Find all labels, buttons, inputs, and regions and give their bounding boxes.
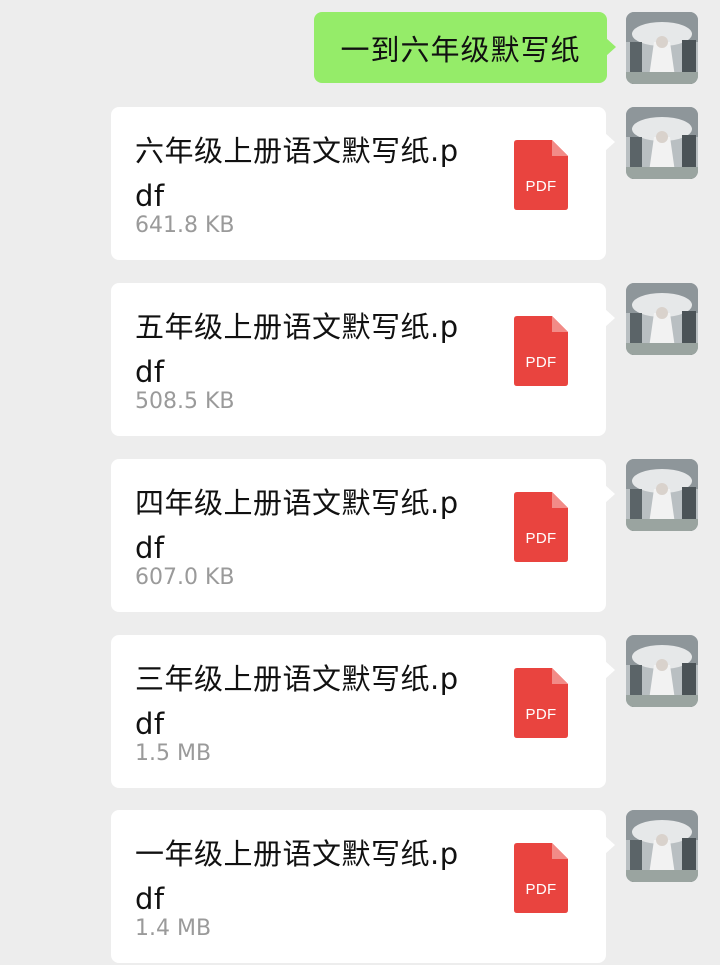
avatar[interactable] — [626, 635, 698, 707]
avatar[interactable] — [626, 107, 698, 179]
file-size: 1.5 MB — [135, 741, 212, 766]
file-name: 四年级上册语文默写纸.pdf — [135, 486, 459, 565]
avatar-image — [626, 459, 698, 531]
file-name: 三年级上册语文默写纸.pdf — [135, 662, 459, 741]
file-size: 607.0 KB — [135, 565, 235, 590]
pdf-icon-label: PDF — [525, 530, 557, 547]
pdf-icon-label: PDF — [525, 706, 557, 723]
pdf-file-icon: PDF — [514, 843, 568, 913]
file-name: 五年级上册语文默写纸.pdf — [135, 310, 459, 389]
pdf-file-icon: PDF — [514, 492, 568, 562]
file-message-card[interactable]: 五年级上册语文默写纸.pdf 508.5 KB PDF — [111, 283, 615, 436]
avatar-image — [626, 107, 698, 179]
pdf-file-icon: PDF — [514, 316, 568, 386]
pdf-icon-label: PDF — [525, 178, 557, 195]
file-name: 六年级上册语文默写纸.pdf — [135, 134, 459, 213]
pdf-file-icon: PDF — [514, 140, 568, 210]
pdf-file-icon: PDF — [514, 668, 568, 738]
file-size: 641.8 KB — [135, 213, 235, 238]
avatar-image — [626, 810, 698, 882]
file-message-card[interactable]: 三年级上册语文默写纸.pdf 1.5 MB PDF — [111, 635, 615, 788]
message-text: 一到六年级默写纸 — [340, 32, 581, 67]
file-message-card[interactable]: 一年级上册语文默写纸.pdf 1.4 MB PDF — [111, 810, 615, 963]
avatar-image — [626, 12, 698, 84]
file-name: 一年级上册语文默写纸.pdf — [135, 837, 459, 916]
file-size: 508.5 KB — [135, 389, 235, 414]
avatar-image — [626, 283, 698, 355]
file-size: 1.4 MB — [135, 916, 212, 941]
avatar-image — [626, 635, 698, 707]
avatar[interactable] — [626, 283, 698, 355]
avatar[interactable] — [626, 810, 698, 882]
pdf-icon-label: PDF — [525, 354, 557, 371]
pdf-icon-label: PDF — [525, 881, 557, 898]
file-message-card[interactable]: 四年级上册语文默写纸.pdf 607.0 KB PDF — [111, 459, 615, 612]
avatar[interactable] — [626, 12, 698, 84]
text-message-bubble[interactable]: 一到六年级默写纸 — [314, 12, 616, 83]
file-message-card[interactable]: 六年级上册语文默写纸.pdf 641.8 KB PDF — [111, 107, 615, 260]
avatar[interactable] — [626, 459, 698, 531]
